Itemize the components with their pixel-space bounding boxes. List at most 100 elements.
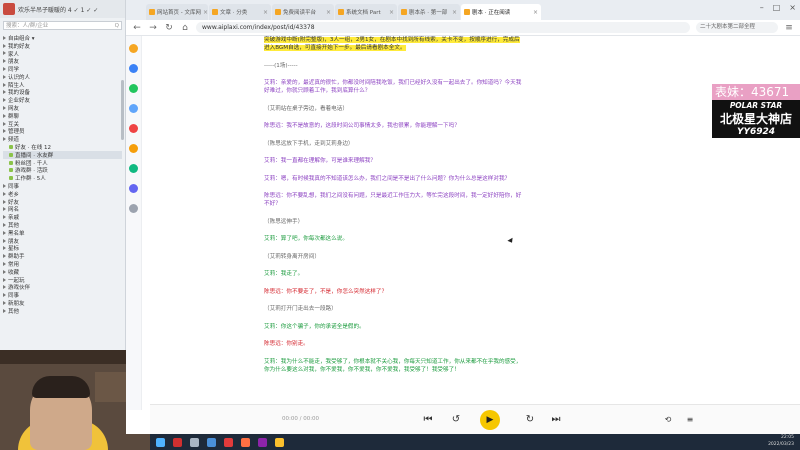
- contact-group[interactable]: 老乡: [3, 190, 122, 198]
- download-icon[interactable]: [129, 104, 138, 113]
- system-clock: 22:05 2022/03/23: [768, 435, 794, 448]
- playlist-icon[interactable]: ≡: [682, 412, 698, 428]
- contact-group[interactable]: 亲戚: [3, 213, 122, 221]
- video-icon[interactable]: [129, 124, 138, 133]
- tab-close-icon[interactable]: ×: [263, 9, 268, 16]
- contact-group[interactable]: 直播间 · 水友群: [3, 150, 122, 159]
- contact-group[interactable]: 其他: [3, 221, 122, 229]
- play-icon[interactable]: ▶: [480, 410, 500, 430]
- history-icon[interactable]: [129, 64, 138, 73]
- start-icon[interactable]: [156, 437, 165, 447]
- contact-group[interactable]: 朋友: [3, 237, 122, 245]
- address-bar[interactable]: www.aiplaxi.com/index/post/id/43378: [196, 22, 690, 33]
- browser-app-icon[interactable]: [275, 437, 284, 447]
- close-icon[interactable]: ×: [789, 3, 796, 12]
- browser-search-input[interactable]: 二十大剧本第二部全程: [696, 22, 778, 33]
- expand-arrow-icon: [3, 199, 6, 204]
- menu-icon[interactable]: ≡: [784, 23, 794, 33]
- contact-group[interactable]: 游戏群 · 活跃: [3, 167, 122, 174]
- video-app-icon[interactable]: [224, 437, 233, 447]
- contact-group[interactable]: 管理员: [3, 128, 122, 135]
- chat-icon[interactable]: [129, 84, 138, 93]
- contact-group[interactable]: 我的设备: [3, 89, 122, 96]
- tab-label: 剧本杀 · 第一部: [409, 10, 448, 16]
- contact-group-label: 好友: [8, 199, 20, 206]
- status-dot-icon: [9, 160, 13, 165]
- minimize-icon[interactable]: –: [760, 3, 764, 12]
- contact-group[interactable]: 好友: [3, 198, 122, 206]
- contact-list-scrollbar[interactable]: [121, 80, 124, 140]
- chat-app-icon[interactable]: [258, 437, 267, 447]
- expand-arrow-icon: [3, 246, 6, 251]
- contact-group[interactable]: 家人: [3, 50, 122, 57]
- forward-15-icon[interactable]: ↻: [522, 412, 538, 428]
- app-red-icon[interactable]: [173, 437, 182, 447]
- contact-group[interactable]: 好友 · 在线 12: [3, 143, 122, 151]
- browser-tab[interactable]: 网站首页 - 文库网 ×: [146, 4, 208, 20]
- contact-search-input[interactable]: 搜索：人/群/企业 Q: [3, 21, 122, 30]
- prev-icon[interactable]: ⏮: [420, 412, 436, 428]
- contact-group[interactable]: 群聊: [3, 112, 122, 120]
- favorites-icon[interactable]: [129, 44, 138, 53]
- tab-close-icon[interactable]: ×: [389, 9, 394, 16]
- expand-arrow-icon: [3, 121, 6, 126]
- contact-group[interactable]: 我的好友: [3, 42, 122, 50]
- rewind-icon[interactable]: ↺: [448, 412, 464, 428]
- avatar[interactable]: [3, 3, 15, 15]
- contact-group[interactable]: 收藏: [3, 268, 122, 276]
- paragraph: 艾莉：嗯，有时候我真的不知道该怎么办，我们之间是不是出了什么问题？你为什么总是这…: [264, 175, 524, 183]
- contact-group[interactable]: 朋友: [3, 57, 122, 65]
- browser-tab[interactable]: 剧本 · 正在阅读 ×: [461, 4, 541, 20]
- browser-tab[interactable]: 文章 · 分类 ×: [209, 4, 271, 20]
- contact-group[interactable]: 网友: [3, 104, 122, 112]
- repeat-icon[interactable]: ⟲: [660, 412, 676, 428]
- music-app-icon[interactable]: [241, 437, 250, 447]
- refresh-icon[interactable]: ↻: [164, 23, 174, 33]
- contact-group[interactable]: 其他: [3, 307, 122, 315]
- more-icon[interactable]: [129, 204, 138, 213]
- maximize-icon[interactable]: □: [773, 3, 781, 12]
- favicon-icon: [275, 9, 281, 15]
- contact-group[interactable]: 常用: [3, 260, 122, 268]
- contact-group[interactable]: 群助手: [3, 252, 122, 260]
- tab-close-icon[interactable]: ×: [533, 9, 538, 16]
- back-icon[interactable]: ←: [132, 23, 142, 33]
- contact-group[interactable]: 一起玩: [3, 276, 122, 284]
- contact-group[interactable]: 同事: [3, 182, 122, 190]
- tab-close-icon[interactable]: ×: [326, 9, 331, 16]
- browser-tab[interactable]: 系统文档 Part ×: [335, 4, 397, 20]
- tab-close-icon[interactable]: ×: [203, 9, 208, 16]
- contact-group[interactable]: 星标: [3, 245, 122, 252]
- contact-group[interactable]: 互关: [3, 120, 122, 128]
- next-icon[interactable]: ⏭: [548, 412, 564, 428]
- script-line: -----(1场)-----: [264, 62, 298, 69]
- favicon-icon: [338, 9, 344, 15]
- contact-group[interactable]: 认识的人: [3, 73, 122, 81]
- expand-arrow-icon: [3, 98, 6, 103]
- contact-group[interactable]: 网名: [3, 206, 122, 213]
- app-icon[interactable]: [129, 164, 138, 173]
- contact-group[interactable]: 频道: [3, 135, 122, 143]
- game-icon[interactable]: [129, 144, 138, 153]
- contact-group[interactable]: 新朋友: [3, 299, 122, 307]
- game-launcher-icon[interactable]: [207, 437, 216, 447]
- contact-panel-titlebar: 欢乐半吊子暖暖的 4 ✓ 1 ✓ ✓: [0, 0, 125, 18]
- contact-group[interactable]: 同学: [3, 65, 122, 73]
- browser-tab[interactable]: 剧本杀 · 第一部 ×: [398, 4, 460, 20]
- tab-close-icon[interactable]: ×: [452, 9, 457, 16]
- contact-group[interactable]: 游戏伙伴: [3, 284, 122, 291]
- contact-group[interactable]: 企业好友: [3, 96, 122, 104]
- contact-group[interactable]: 黑名单: [3, 229, 122, 237]
- script-line: （艾莉站在桌子旁边，看着电话）: [264, 105, 348, 112]
- steam-icon[interactable]: [190, 437, 199, 447]
- home-icon[interactable]: ⌂: [180, 23, 190, 33]
- expand-arrow-icon: [3, 82, 6, 87]
- contact-group[interactable]: 同事: [3, 291, 122, 299]
- mail-icon[interactable]: [129, 184, 138, 193]
- browser-tab[interactable]: 免费阅读平台 ×: [272, 4, 334, 20]
- contact-group[interactable]: 自由组合 ▾: [3, 34, 122, 42]
- contact-group[interactable]: 粉丝团 · 千人: [3, 159, 122, 167]
- forward-icon[interactable]: →: [148, 23, 158, 33]
- contact-group[interactable]: 陌生人: [3, 81, 122, 89]
- contact-group[interactable]: 工作群 · 5人: [3, 174, 122, 182]
